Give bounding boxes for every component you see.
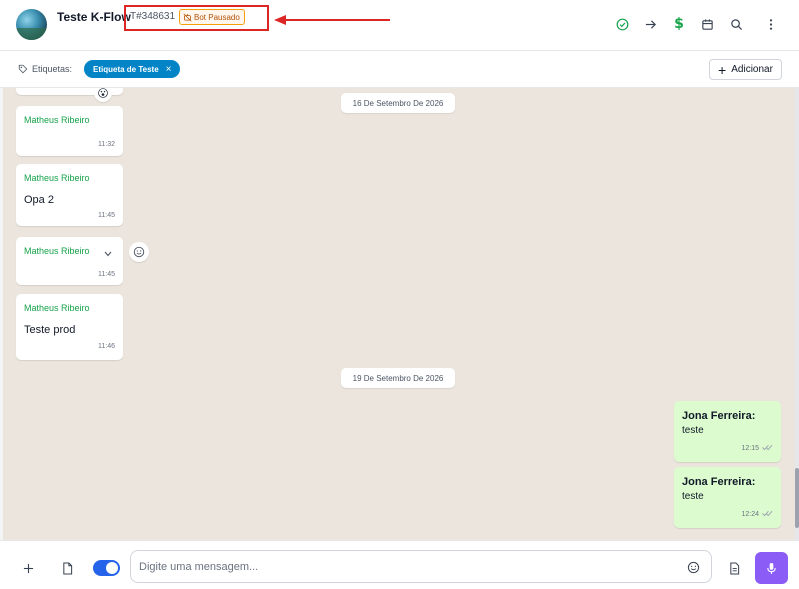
message-sender: Matheus Ribeiro: [24, 115, 90, 125]
tags-label: Etiquetas:: [32, 64, 73, 74]
record-audio-button[interactable]: [755, 552, 788, 584]
message-sender: Jona Ferreira:: [682, 410, 756, 422]
message-bubble-incoming[interactable]: Matheus Ribeiro 11:32: [16, 106, 123, 156]
message-text: teste: [682, 425, 704, 436]
calendar-icon[interactable]: [699, 16, 715, 32]
message-sender: Matheus Ribeiro: [24, 173, 90, 183]
message-text: teste: [682, 491, 704, 502]
bot-off-icon: [183, 12, 192, 22]
message-time: 11:45: [98, 271, 115, 278]
chevron-down-icon[interactable]: [104, 251, 112, 257]
scrollbar-track[interactable]: [795, 88, 799, 540]
emoji-icon[interactable]: [687, 561, 700, 579]
message-bubble-outgoing[interactable]: Jona Ferreira: teste 12:15: [674, 401, 781, 462]
date-separator: 19 De Setembro De 2026: [341, 368, 455, 388]
resolve-check-icon[interactable]: [614, 16, 630, 32]
tags-bar: Etiquetas: Etiqueta de Teste × + Adicion…: [0, 51, 799, 88]
tag-remove-icon[interactable]: ×: [166, 64, 172, 75]
document-icon[interactable]: [727, 561, 741, 575]
message-sender: Jona Ferreira:: [682, 476, 756, 488]
message-time: 11:32: [98, 141, 115, 148]
message-text: Opa 2: [24, 194, 54, 206]
add-tag-button[interactable]: + Adicionar: [709, 59, 782, 80]
message-composer: [0, 540, 799, 589]
search-icon[interactable]: [728, 16, 744, 32]
message-bubble-incoming[interactable]: Matheus Ribeiro Teste prod 11:46: [16, 294, 123, 360]
message-text: Teste prod: [24, 324, 76, 336]
signature-toggle[interactable]: [93, 560, 120, 576]
scrollbar-thumb[interactable]: [795, 468, 799, 528]
date-separator: 16 De Setembro De 2026: [341, 93, 455, 113]
plus-icon: +: [718, 61, 727, 78]
microphone-icon: [767, 562, 776, 574]
more-vertical-icon[interactable]: [763, 16, 779, 32]
double-check-icon: [762, 444, 773, 451]
message-time: 12:24: [741, 511, 759, 518]
tag-icon: [18, 64, 28, 74]
arrow-right-icon[interactable]: [642, 16, 658, 32]
chat-header: Teste K-Flow T#348631 Bot Pausado $: [0, 0, 799, 51]
message-list[interactable]: 😮 16 De Setembro De 2026 Matheus Ribeiro…: [0, 88, 799, 540]
message-bubble-outgoing[interactable]: Jona Ferreira: teste 12:24: [674, 467, 781, 528]
reaction-surprised-icon[interactable]: 😮: [94, 88, 112, 102]
message-sender: Matheus Ribeiro: [24, 303, 90, 313]
left-edge: [0, 88, 3, 540]
bot-status-badge[interactable]: Bot Pausado: [179, 9, 245, 25]
bot-status-label: Bot Pausado: [194, 12, 240, 22]
message-time: 11:46: [98, 343, 115, 350]
plus-icon[interactable]: [21, 561, 35, 575]
tag-chip-label: Etiqueta de Teste: [93, 64, 159, 74]
message-time: 12:15: [741, 445, 759, 452]
message-input[interactable]: [130, 550, 712, 583]
message-sender: Matheus Ribeiro: [24, 246, 90, 256]
contact-avatar[interactable]: [16, 9, 47, 40]
tag-chip[interactable]: Etiqueta de Teste ×: [84, 60, 180, 78]
add-reaction-smile-icon[interactable]: [129, 242, 149, 262]
tags-label-group: Etiquetas:: [18, 64, 72, 74]
file-icon[interactable]: [60, 561, 74, 575]
message-bubble-incoming[interactable]: Matheus Ribeiro 11:45: [16, 237, 123, 285]
dollar-icon[interactable]: $: [671, 16, 687, 32]
contact-name[interactable]: Teste K-Flow: [57, 10, 131, 24]
message-bubble-incoming[interactable]: Matheus Ribeiro Opa 2 11:45: [16, 164, 123, 226]
ticket-id: T#348631: [130, 11, 176, 22]
add-tag-label: Adicionar: [731, 64, 773, 75]
double-check-icon: [762, 510, 773, 517]
annotation-arrow-icon: [274, 15, 390, 25]
message-time: 11:45: [98, 212, 115, 219]
